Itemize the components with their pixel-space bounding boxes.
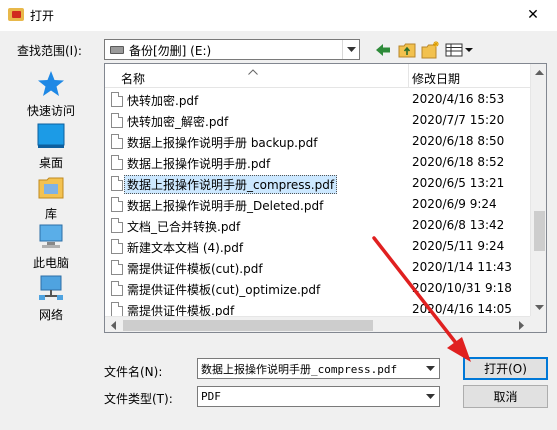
filename-input[interactable]: 数据上报操作说明手册_compress.pdf <box>197 358 440 379</box>
file-date: 2020/6/5 13:21 <box>412 176 505 190</box>
pdf-file-icon <box>111 92 123 107</box>
filetype-value: PDF <box>201 390 221 403</box>
back-icon[interactable] <box>372 40 394 60</box>
pdf-file-icon <box>111 218 123 233</box>
file-date: 2020/5/11 9:24 <box>412 239 505 253</box>
file-date: 2020/6/9 9:24 <box>412 197 497 211</box>
file-date: 2020/6/18 8:50 <box>412 134 505 148</box>
sort-up-icon <box>248 64 258 78</box>
place-label: 网络 <box>38 308 63 322</box>
column-date[interactable]: 修改日期 <box>412 70 460 87</box>
horizontal-scrollbar[interactable] <box>105 316 530 332</box>
desktop-icon <box>36 121 66 151</box>
vertical-scrollbar[interactable] <box>530 64 546 316</box>
column-divider[interactable] <box>408 64 409 88</box>
column-header: 名称 修改日期 <box>105 64 530 88</box>
file-row[interactable]: 数据上报操作说明手册_compress.pdf 2020/6/5 13:21 <box>105 173 530 194</box>
new-folder-icon[interactable] <box>420 40 442 60</box>
filename-label: 文件名(N): <box>104 365 163 379</box>
place-network[interactable]: 网络 <box>12 273 90 323</box>
place-label: 桌面 <box>38 156 63 170</box>
star-icon <box>36 69 66 99</box>
pdf-file-icon <box>111 281 123 296</box>
file-date: 2020/6/8 13:42 <box>412 218 505 232</box>
file-name[interactable]: 需提供证件模板(cut).pdf <box>127 260 263 277</box>
file-row[interactable]: 文档_已合并转换.pdf 2020/6/8 13:42 <box>105 215 530 236</box>
chevron-down-icon[interactable] <box>342 40 359 59</box>
file-name[interactable]: 数据上报操作说明手册_compress.pdf <box>124 175 338 194</box>
file-row[interactable]: 新建文本文档 (4).pdf 2020/5/11 9:24 <box>105 236 530 257</box>
file-date: 2020/1/14 11:43 <box>412 260 512 274</box>
file-row[interactable]: 快转加密.pdf 2020/4/16 8:53 <box>105 89 530 110</box>
cancel-button[interactable]: 取消 <box>463 385 548 408</box>
file-name[interactable]: 数据上报操作说明手册 backup.pdf <box>127 134 317 151</box>
file-date: 2020/4/16 8:53 <box>412 92 505 106</box>
place-label: 此电脑 <box>32 256 69 270</box>
place-desktop[interactable]: 桌面 <box>12 121 90 171</box>
filetype-label: 文件类型(T): <box>104 392 173 406</box>
computer-icon <box>36 221 66 251</box>
pdf-file-icon <box>111 260 123 275</box>
network-icon <box>36 273 66 303</box>
file-name[interactable]: 新建文本文档 (4).pdf <box>127 239 243 256</box>
pdf-file-icon <box>111 302 123 317</box>
file-date: 2020/4/16 14:05 <box>412 302 512 316</box>
file-name[interactable]: 数据上报操作说明手册_Deleted.pdf <box>127 197 323 214</box>
file-name[interactable]: 快转加密.pdf <box>127 92 198 109</box>
pdf-file-icon <box>111 239 123 254</box>
file-row[interactable]: 快转加密_解密.pdf 2020/7/7 15:20 <box>105 110 530 131</box>
window-title: 打开 <box>30 9 55 23</box>
title-bar: 打开 ✕ <box>0 0 557 31</box>
place-star[interactable]: 快速访问 <box>12 69 90 119</box>
view-menu-icon[interactable] <box>444 40 474 60</box>
place-library[interactable]: 库 <box>12 172 90 222</box>
file-row[interactable]: 需提供证件模板(cut).pdf 2020/1/14 11:43 <box>105 257 530 278</box>
file-row[interactable]: 数据上报操作说明手册.pdf 2020/6/18 8:52 <box>105 152 530 173</box>
place-label: 快速访问 <box>26 104 75 118</box>
library-icon <box>36 172 66 202</box>
lookin-value: 备份[勿删] (E:) <box>129 44 212 58</box>
file-name[interactable]: 快转加密_解密.pdf <box>127 113 228 130</box>
horizontal-scroll-thumb[interactable] <box>123 320 373 331</box>
pdf-file-icon <box>111 197 123 212</box>
file-date: 2020/10/31 9:18 <box>412 281 512 295</box>
drive-icon <box>110 46 124 54</box>
file-row[interactable]: 数据上报操作说明手册 backup.pdf 2020/6/18 8:50 <box>105 131 530 152</box>
pdf-file-icon <box>111 176 123 191</box>
open-button[interactable]: 打开(O) <box>463 357 548 380</box>
pdf-file-icon <box>111 113 123 128</box>
place-computer[interactable]: 此电脑 <box>12 221 90 271</box>
file-name[interactable]: 需提供证件模板(cut)_optimize.pdf <box>127 281 320 298</box>
open-button-label: 打开(O) <box>484 362 527 376</box>
close-icon: ✕ <box>527 7 539 23</box>
cancel-button-label: 取消 <box>493 390 518 404</box>
file-row[interactable]: 需提供证件模板(cut)_optimize.pdf 2020/10/31 9:18 <box>105 278 530 299</box>
close-button[interactable]: ✕ <box>518 4 548 26</box>
up-folder-icon[interactable] <box>396 40 418 60</box>
file-name[interactable]: 文档_已合并转换.pdf <box>127 218 240 235</box>
chevron-down-icon[interactable] <box>422 387 439 406</box>
pdf-file-icon <box>111 155 123 170</box>
file-date: 2020/7/7 15:20 <box>412 113 505 127</box>
place-label: 库 <box>44 207 57 221</box>
filetype-select[interactable]: PDF <box>197 386 440 407</box>
column-name[interactable]: 名称 <box>121 70 145 87</box>
file-list[interactable]: 名称 修改日期 快转加密.pdf 2020/4/16 8:53 快转加密_解密.pd… <box>104 63 547 333</box>
pdf-file-icon <box>111 134 123 149</box>
file-row[interactable]: 数据上报操作说明手册_Deleted.pdf 2020/6/9 9:24 <box>105 194 530 215</box>
vertical-scroll-thumb[interactable] <box>534 211 545 251</box>
app-icon <box>8 8 24 21</box>
lookin-dropdown[interactable]: 备份[勿删] (E:) <box>104 39 360 60</box>
scroll-corner <box>530 316 546 332</box>
places-bar: 快速访问桌面库此电脑网络 <box>12 63 90 323</box>
lookin-label: 查找范围(I): <box>17 44 82 58</box>
file-name[interactable]: 数据上报操作说明手册.pdf <box>127 155 270 172</box>
filename-value[interactable]: 数据上报操作说明手册_compress.pdf <box>201 361 397 377</box>
file-date: 2020/6/18 8:52 <box>412 155 505 169</box>
chevron-down-icon[interactable] <box>422 359 439 378</box>
